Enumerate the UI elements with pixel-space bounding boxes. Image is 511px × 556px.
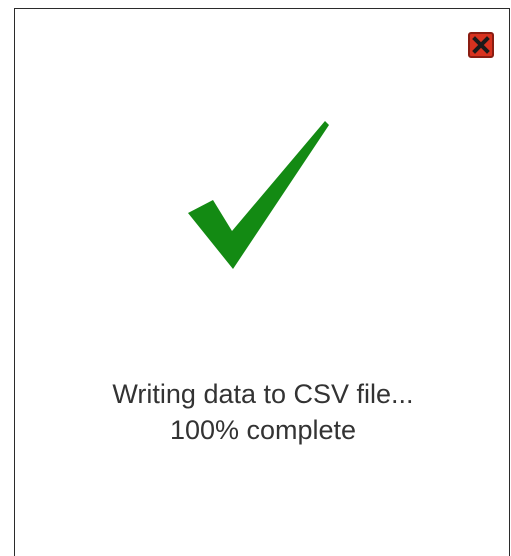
status-line: Writing data to CSV file... [112,379,414,409]
export-progress-dialog: Writing data to CSV file... 100% complet… [14,8,510,556]
status-message: Writing data to CSV file... 100% complet… [15,376,511,448]
checkmark-icon [188,121,329,269]
close-button[interactable] [468,32,494,58]
progress-text: 100% complete [169,415,357,445]
close-icon [472,36,490,54]
